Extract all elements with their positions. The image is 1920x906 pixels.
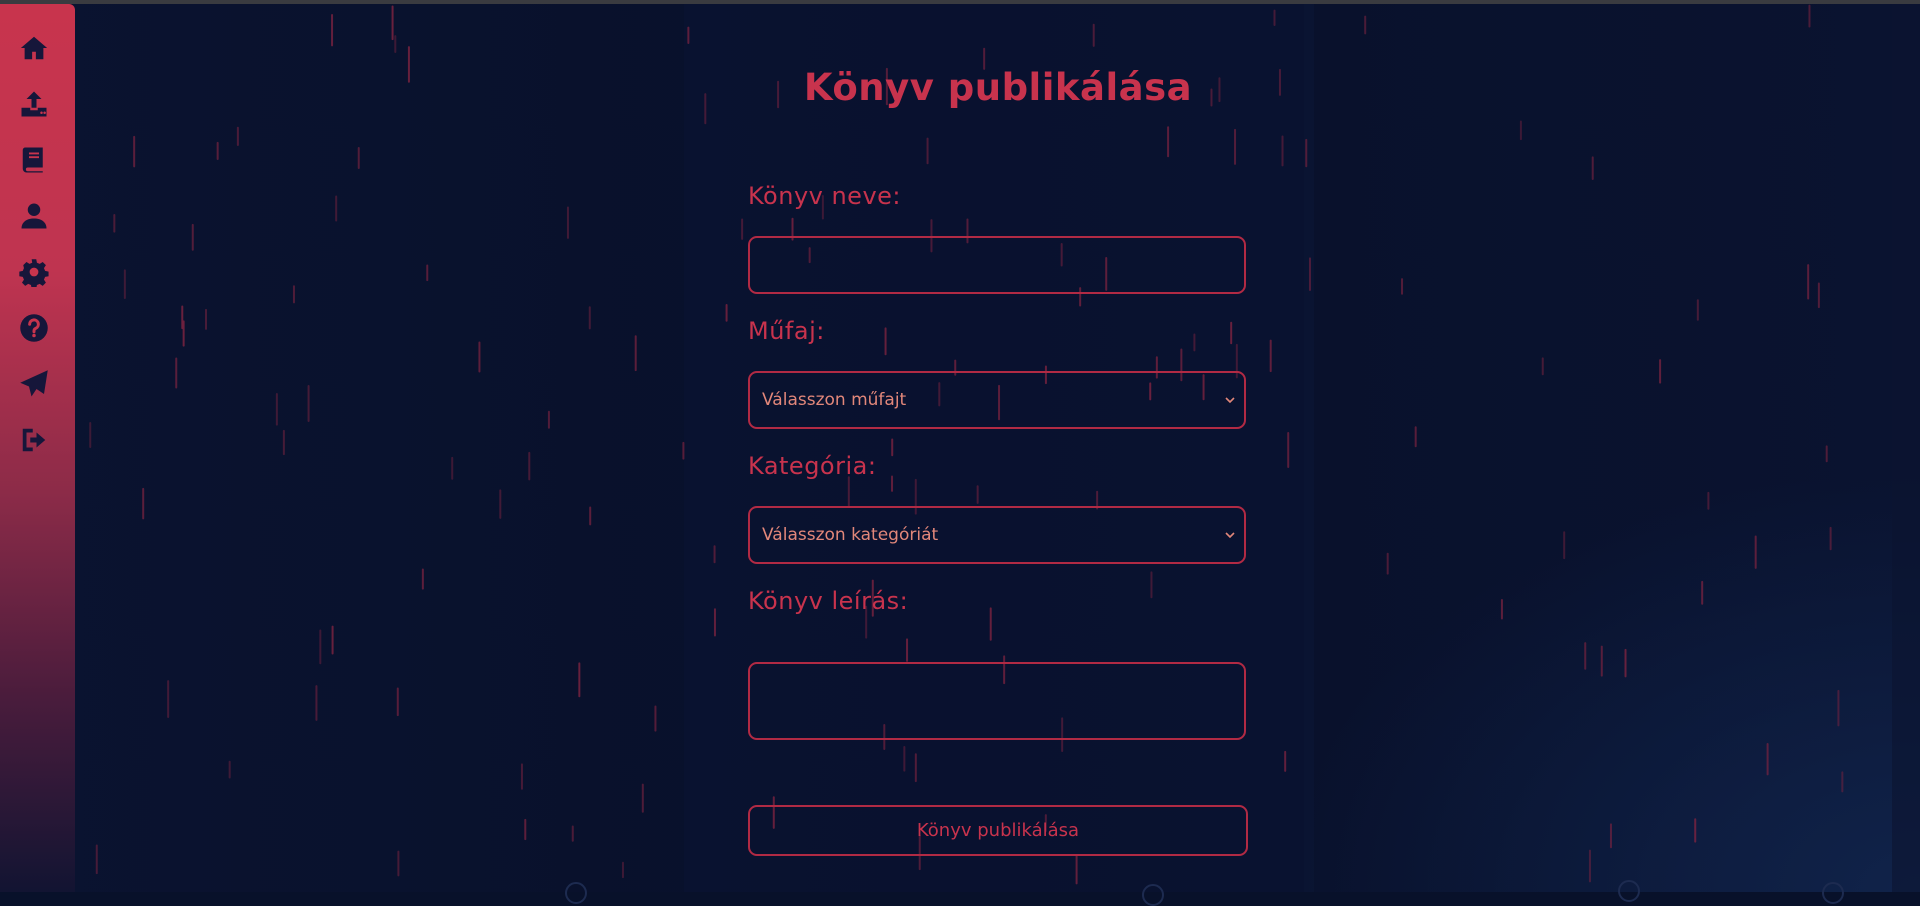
category-select-value: Válasszon kategóriát [762, 525, 939, 545]
publish-button[interactable]: Könyv publikálása [748, 805, 1248, 856]
sidebar-item-profile[interactable] [14, 196, 54, 236]
page-title: Könyv publikálása [803, 66, 1193, 109]
chevron-down-icon [1225, 397, 1235, 404]
user-icon [21, 203, 47, 229]
category-select[interactable]: Válasszon kategóriát [748, 506, 1246, 564]
sidebar-item-logout[interactable] [14, 420, 54, 460]
sidebar-item-send[interactable] [14, 364, 54, 404]
book-icon [22, 147, 43, 173]
genre-label: Műfaj: [748, 317, 825, 345]
sidebar-item-help[interactable] [14, 308, 54, 348]
decorative-circle [1822, 882, 1844, 904]
home-icon [20, 36, 48, 60]
background-bands [684, 4, 1920, 892]
book-name-input[interactable] [748, 236, 1246, 294]
chevron-down-icon [1225, 532, 1235, 539]
question-icon [20, 314, 48, 342]
gear-icon [19, 259, 49, 287]
genre-select-value: Válasszon műfajt [762, 390, 907, 410]
genre-select[interactable]: Válasszon műfajt [748, 371, 1246, 429]
sidebar-item-books[interactable] [14, 140, 54, 180]
sidebar [0, 4, 75, 892]
category-label: Kategória: [748, 452, 877, 480]
decorative-circle [565, 882, 587, 904]
page-background [0, 4, 1920, 892]
logout-icon [22, 428, 46, 452]
description-textarea[interactable] [748, 662, 1246, 740]
decorative-circle [1618, 880, 1640, 902]
rain-decoration [89, 4, 1844, 885]
description-label: Könyv leírás: [748, 587, 909, 615]
sidebar-item-upload[interactable] [14, 84, 54, 124]
paper-plane-icon [20, 370, 48, 397]
sidebar-item-home[interactable] [14, 28, 54, 68]
book-name-label: Könyv neve: [748, 182, 902, 210]
sidebar-item-settings[interactable] [14, 252, 54, 292]
decorative-circle [1142, 884, 1164, 906]
upload-icon [21, 91, 47, 117]
